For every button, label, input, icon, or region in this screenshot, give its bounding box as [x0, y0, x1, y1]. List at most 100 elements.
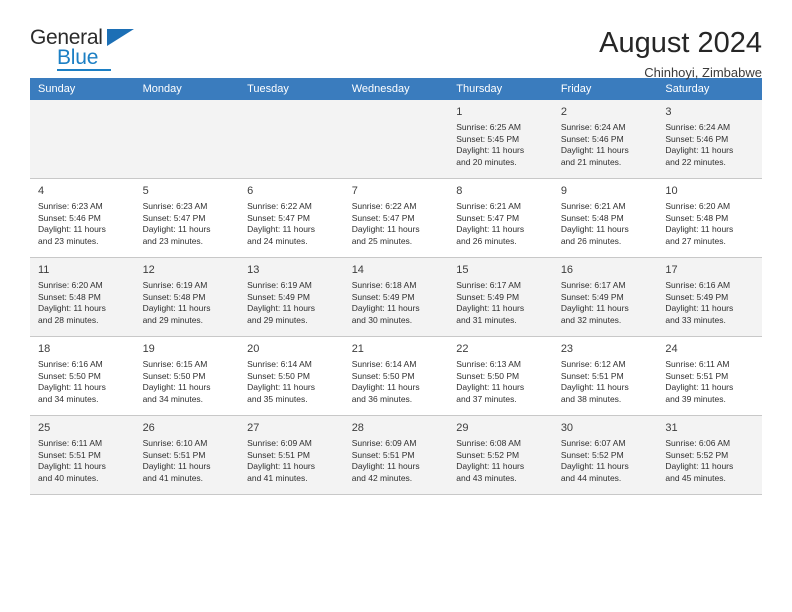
day-cell-inner [135, 100, 240, 178]
day-number: 20 [247, 343, 260, 355]
calendar-day-cell[interactable]: 26 Sunrise: 6:10 AM Sunset: 5:51 PM Dayligh… [134, 415, 240, 495]
calendar-day-cell[interactable]: 21 Sunrise: 6:14 AM Sunset: 5:50 PM Dayligh… [343, 336, 449, 416]
calendar-day-cell[interactable]: 3 Sunrise: 6:24 AM Sunset: 5:46 PM Daylight… [657, 100, 762, 179]
calendar-day-cell[interactable]: 5 Sunrise: 6:23 AM Sunset: 5:47 PM Daylight… [134, 178, 240, 258]
day-sunset-text: Sunset: 5:48 PM [665, 212, 729, 223]
day-sunset-text: Sunset: 5:47 PM [247, 212, 310, 223]
day-daylight2-text: and 20 minutes. [456, 156, 517, 167]
day-cell-inner [239, 100, 344, 178]
day-daylight1-text: Daylight: 11 hours [665, 461, 734, 472]
location-subtitle: Chinhoyi, Zimbabwe [644, 65, 762, 80]
calendar-day-cell[interactable]: 13 Sunrise: 6:19 AM Sunset: 5:49 PM Dayligh… [239, 257, 344, 337]
day-details: Sunrise: 6:25 AM Sunset: 5:45 PM Daylight:… [456, 122, 545, 168]
day-daylight2-text: and 36 minutes. [351, 393, 413, 404]
day-cell-inner: 12 Sunrise: 6:19 AM Sunset: 5:48 PM Dayligh… [135, 258, 240, 336]
calendar-day-cell[interactable]: 8 Sunrise: 6:21 AM Sunset: 5:47 PM Daylight… [448, 178, 553, 258]
day-sunset-text: Sunset: 5:47 PM [351, 212, 415, 223]
day-daylight2-text: and 26 minutes. [456, 235, 517, 246]
brand-logo[interactable]: General Blue [30, 26, 150, 72]
day-number: 11 [38, 264, 50, 276]
day-details: Sunrise: 6:16 AM Sunset: 5:49 PM Daylight:… [665, 280, 754, 326]
day-sunset-text: Sunset: 5:47 PM [142, 212, 206, 223]
calendar-day-cell[interactable]: 25 Sunrise: 6:11 AM Sunset: 5:51 PM Dayligh… [30, 415, 135, 495]
day-sunset-text: Sunset: 5:46 PM [665, 133, 729, 144]
day-cell-inner: 16 Sunrise: 6:17 AM Sunset: 5:49 PM Dayligh… [553, 258, 658, 336]
day-daylight2-text: and 41 minutes. [247, 472, 308, 483]
calendar-day-cell[interactable]: 29 Sunrise: 6:08 AM Sunset: 5:52 PM Dayligh… [448, 415, 553, 495]
calendar-day-cell[interactable]: 30 Sunrise: 6:07 AM Sunset: 5:52 PM Dayligh… [552, 415, 658, 495]
calendar-day-cell[interactable]: 6 Sunrise: 6:22 AM Sunset: 5:47 PM Daylight… [239, 178, 344, 258]
day-sunrise-text: Sunrise: 6:24 AM [560, 122, 626, 132]
day-sunrise-text: Sunrise: 6:22 AM [247, 201, 312, 211]
day-details: Sunrise: 6:09 AM Sunset: 5:51 PM Daylight:… [352, 438, 441, 484]
calendar-day-cell[interactable]: 20 Sunrise: 6:14 AM Sunset: 5:50 PM Dayligh… [239, 336, 344, 416]
calendar-day-cell[interactable]: 31 Sunrise: 6:06 AM Sunset: 5:52 PM Dayligh… [657, 415, 762, 495]
day-daylight2-text: and 39 minutes. [665, 393, 726, 404]
day-sunset-text: Sunset: 5:49 PM [665, 291, 729, 302]
day-daylight2-text: and 29 minutes. [142, 314, 204, 325]
calendar-day-cell[interactable]: 18 Sunrise: 6:16 AM Sunset: 5:50 PM Dayligh… [30, 336, 135, 416]
calendar-day-cell[interactable]: 15 Sunrise: 6:17 AM Sunset: 5:49 PM Dayligh… [448, 257, 553, 337]
day-daylight2-text: and 45 minutes. [665, 472, 726, 483]
day-details: Sunrise: 6:11 AM Sunset: 5:51 PM Daylight:… [665, 359, 754, 405]
day-daylight2-text: and 35 minutes. [247, 393, 308, 404]
triangle-flag-icon [107, 29, 134, 46]
calendar-day-cell[interactable]: 9 Sunrise: 6:21 AM Sunset: 5:48 PM Daylight… [552, 178, 658, 258]
calendar-day-cell[interactable]: 17 Sunrise: 6:16 AM Sunset: 5:49 PM Dayligh… [657, 257, 762, 337]
weekday-header-wednesday: Wednesday [343, 78, 449, 100]
day-number: 13 [247, 264, 260, 276]
page-title: August 2024 [599, 27, 762, 59]
calendar-day-cell[interactable]: 23 Sunrise: 6:12 AM Sunset: 5:51 PM Dayligh… [552, 336, 658, 416]
day-sunset-text: Sunset: 5:49 PM [247, 291, 310, 302]
day-cell-inner: 23 Sunrise: 6:12 AM Sunset: 5:51 PM Dayligh… [553, 337, 658, 415]
calendar-day-cell[interactable]: 10 Sunrise: 6:20 AM Sunset: 5:48 PM Dayligh… [657, 178, 762, 258]
calendar-day-cell[interactable]: 14 Sunrise: 6:18 AM Sunset: 5:49 PM Dayligh… [343, 257, 449, 337]
day-sunrise-text: Sunrise: 6:17 AM [560, 280, 626, 290]
day-number: 14 [351, 264, 364, 276]
calendar-day-cell[interactable]: 4 Sunrise: 6:23 AM Sunset: 5:46 PM Daylight… [30, 178, 135, 258]
day-daylight1-text: Daylight: 11 hours [456, 461, 525, 472]
calendar-day-cell[interactable]: 2 Sunrise: 6:24 AM Sunset: 5:46 PM Daylight… [552, 100, 658, 179]
day-sunset-text: Sunset: 5:45 PM [456, 133, 520, 144]
day-number: 24 [665, 343, 678, 355]
calendar-day-cell[interactable]: 7 Sunrise: 6:22 AM Sunset: 5:47 PM Daylight… [343, 178, 449, 258]
calendar-day-cell[interactable]: 24 Sunrise: 6:11 AM Sunset: 5:51 PM Dayligh… [657, 336, 762, 416]
calendar-day-cell[interactable]: 22 Sunrise: 6:13 AM Sunset: 5:50 PM Dayligh… [448, 336, 553, 416]
calendar-day-cell[interactable]: 27 Sunrise: 6:09 AM Sunset: 5:51 PM Dayligh… [239, 415, 344, 495]
day-cell-inner: 20 Sunrise: 6:14 AM Sunset: 5:50 PM Dayligh… [239, 337, 344, 415]
day-number: 6 [247, 185, 254, 197]
day-sunrise-text: Sunrise: 6:09 AM [247, 438, 312, 448]
day-cell-inner [344, 100, 449, 178]
day-cell-inner: 17 Sunrise: 6:16 AM Sunset: 5:49 PM Dayligh… [657, 258, 762, 336]
day-sunrise-text: Sunrise: 6:24 AM [665, 122, 731, 132]
day-details: Sunrise: 6:20 AM Sunset: 5:48 PM Daylight:… [665, 201, 754, 247]
day-sunrise-text: Sunrise: 6:09 AM [351, 438, 417, 448]
day-details: Sunrise: 6:24 AM Sunset: 5:46 PM Daylight:… [665, 122, 754, 168]
calendar-day-cell[interactable]: 12 Sunrise: 6:19 AM Sunset: 5:48 PM Dayligh… [134, 257, 240, 337]
day-sunrise-text: Sunrise: 6:11 AM [38, 438, 103, 448]
calendar-day-cell[interactable]: 28 Sunrise: 6:09 AM Sunset: 5:51 PM Dayligh… [343, 415, 449, 495]
calendar-day-cell[interactable]: 1 Sunrise: 6:25 AM Sunset: 5:45 PM Daylight… [448, 100, 553, 179]
calendar-week-row: 1 Sunrise: 6:25 AM Sunset: 5:45 PM Daylight… [30, 100, 762, 179]
day-daylight1-text: Daylight: 11 hours [38, 224, 106, 235]
day-sunset-text: Sunset: 5:51 PM [351, 449, 415, 460]
day-daylight1-text: Daylight: 11 hours [247, 461, 316, 472]
calendar-day-cell[interactable]: 16 Sunrise: 6:17 AM Sunset: 5:49 PM Dayligh… [552, 257, 658, 337]
day-cell-inner: 8 Sunrise: 6:21 AM Sunset: 5:47 PM Daylight… [448, 179, 553, 257]
day-sunrise-text: Sunrise: 6:10 AM [142, 438, 208, 448]
day-cell-inner: 31 Sunrise: 6:06 AM Sunset: 5:52 PM Dayligh… [657, 416, 762, 494]
day-sunrise-text: Sunrise: 6:20 AM [665, 201, 731, 211]
calendar-day-cell[interactable]: 11 Sunrise: 6:20 AM Sunset: 5:48 PM Dayligh… [30, 257, 135, 337]
day-daylight2-text: and 40 minutes. [38, 472, 99, 483]
weekday-header-monday: Monday [134, 78, 240, 100]
day-daylight1-text: Daylight: 11 hours [560, 303, 629, 314]
day-sunset-text: Sunset: 5:49 PM [456, 291, 520, 302]
day-sunrise-text: Sunrise: 6:22 AM [351, 201, 417, 211]
day-number: 25 [38, 422, 51, 434]
day-sunset-text: Sunset: 5:49 PM [351, 291, 415, 302]
day-cell-inner: 25 Sunrise: 6:11 AM Sunset: 5:51 PM Dayligh… [30, 416, 135, 494]
calendar-day-cell[interactable]: 19 Sunrise: 6:15 AM Sunset: 5:50 PM Dayligh… [134, 336, 240, 416]
day-cell-inner: 27 Sunrise: 6:09 AM Sunset: 5:51 PM Dayligh… [239, 416, 344, 494]
day-daylight1-text: Daylight: 11 hours [560, 224, 629, 235]
day-cell-inner: 14 Sunrise: 6:18 AM Sunset: 5:49 PM Dayligh… [344, 258, 449, 336]
